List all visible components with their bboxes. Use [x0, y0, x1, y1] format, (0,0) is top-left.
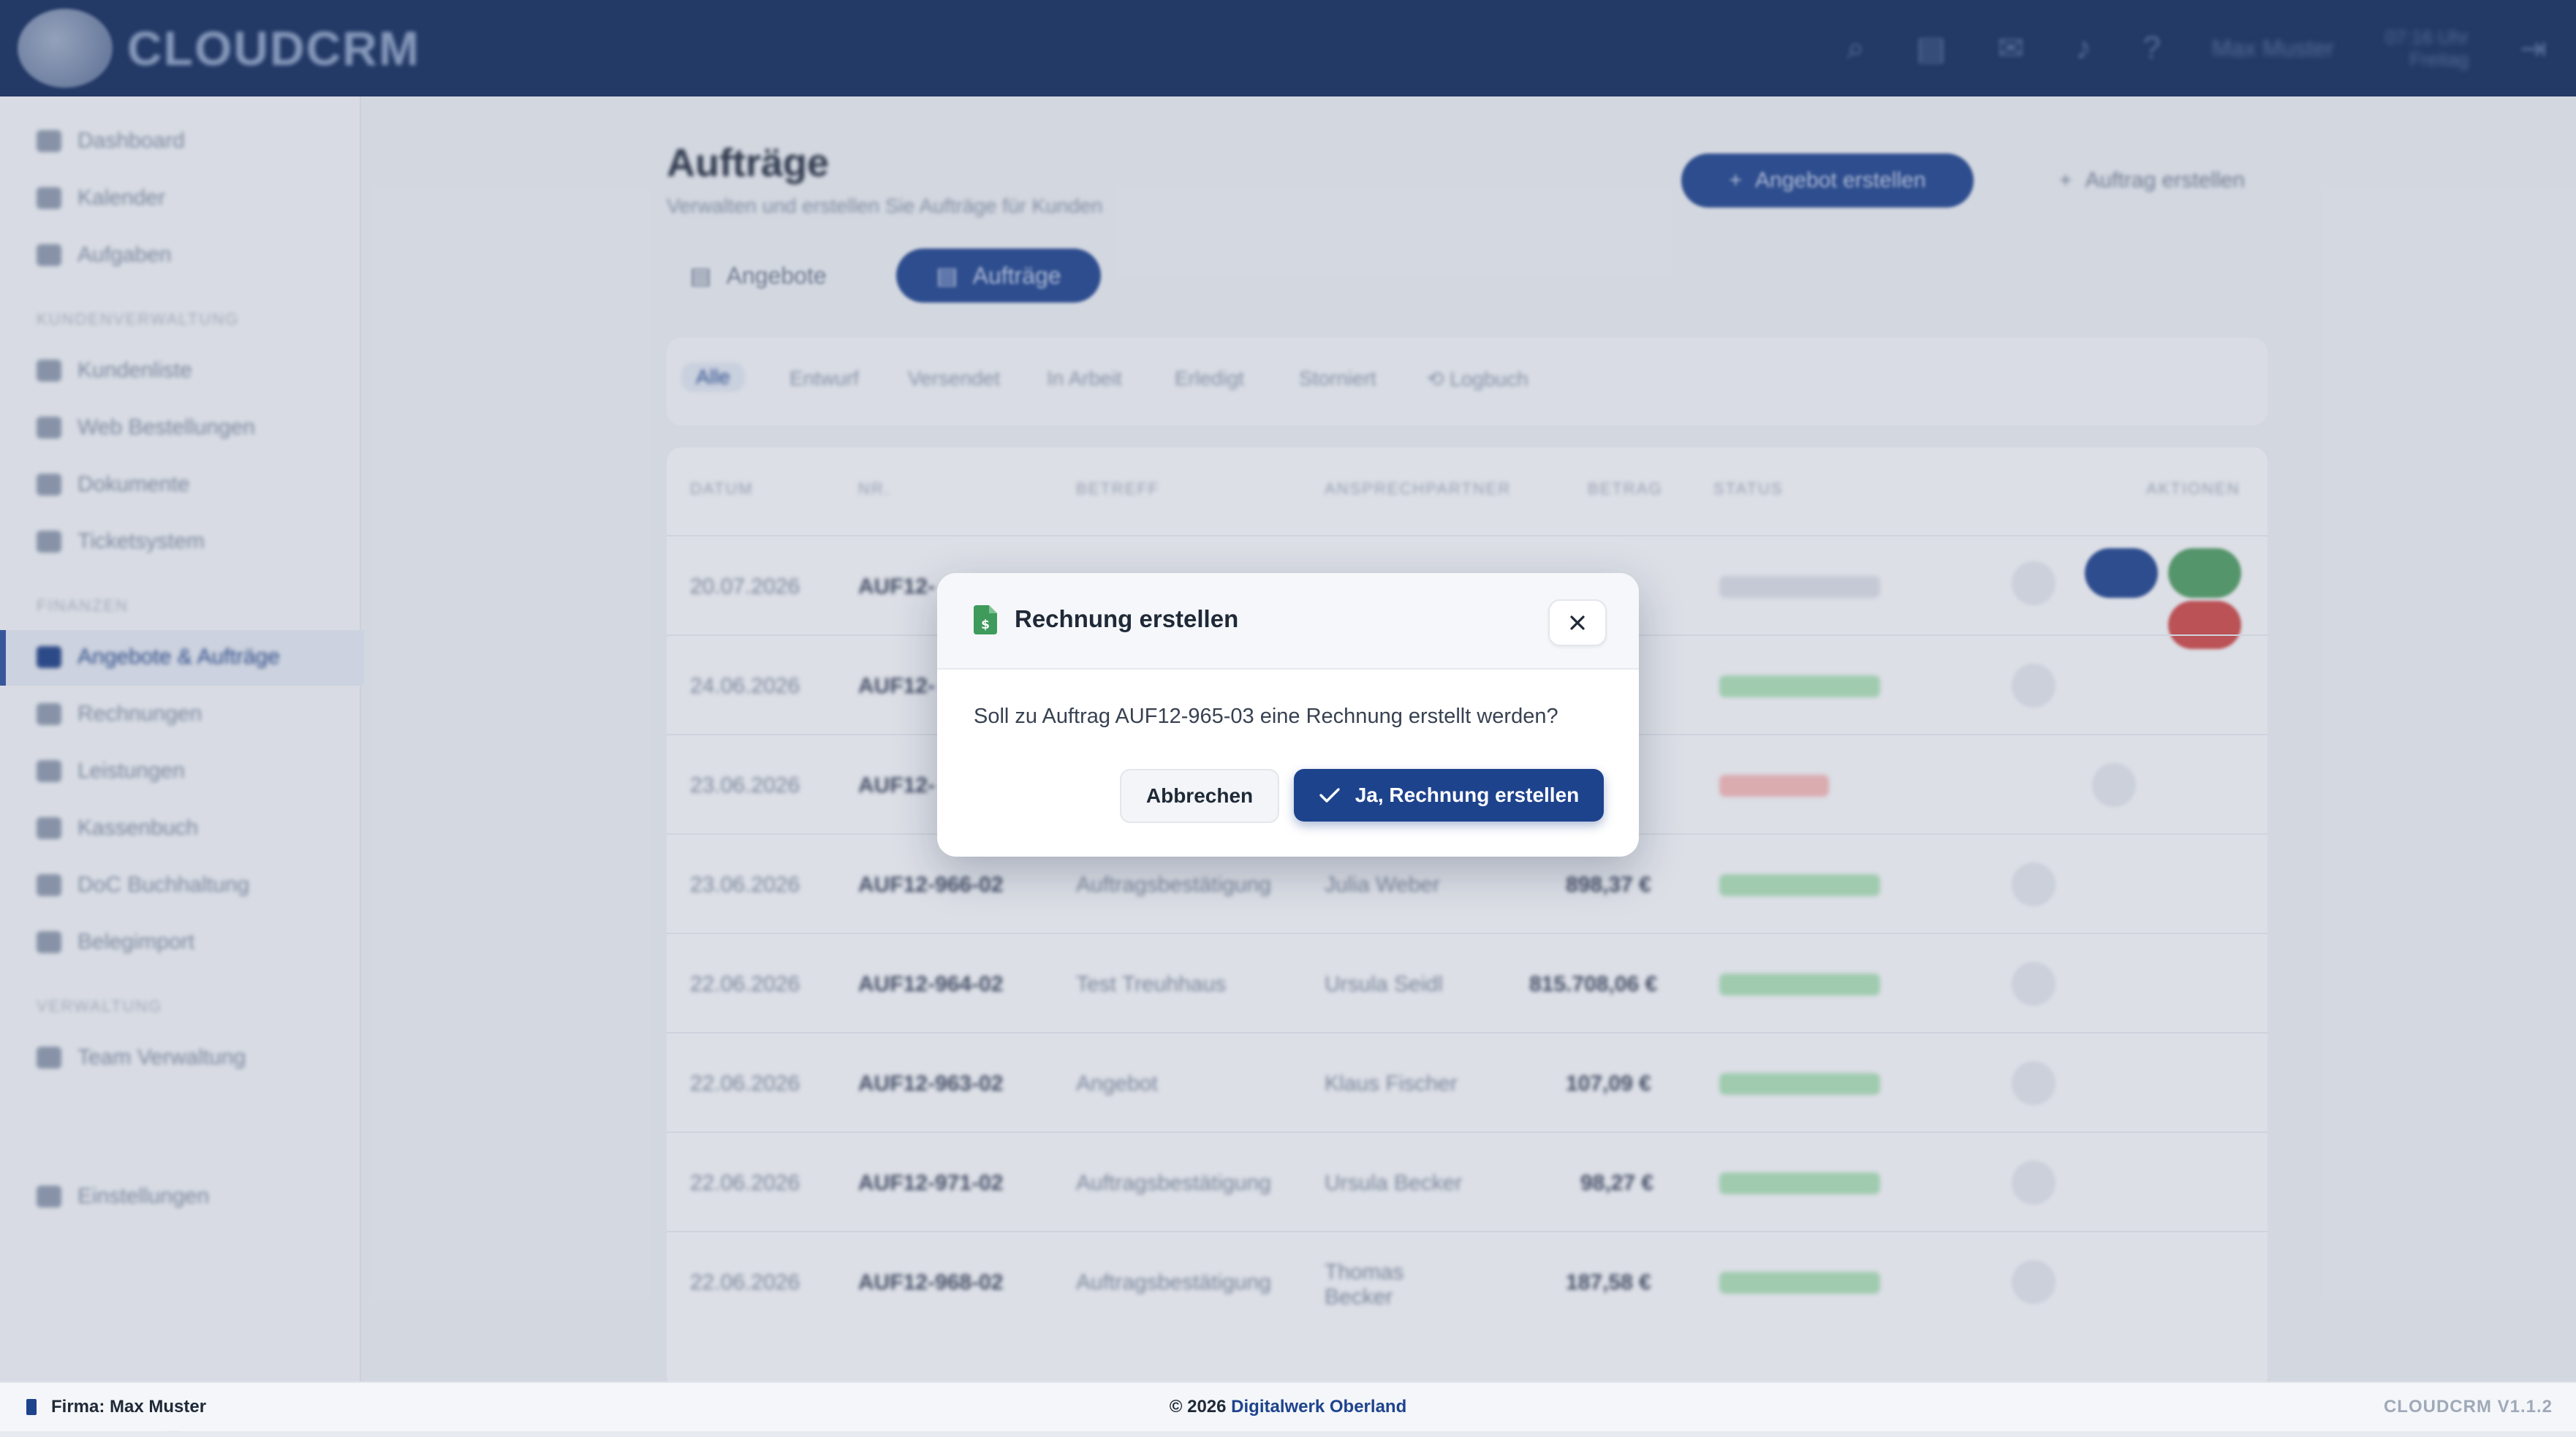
copyright-text: © 2026: [1169, 1397, 1227, 1417]
cancel-button[interactable]: Abbrechen: [1120, 769, 1279, 823]
svg-text:$: $: [981, 618, 990, 632]
footer: Firma: Max Muster © 2026 Digitalwerk Obe…: [0, 1381, 2576, 1431]
footer-company-label: Firma: Max Muster: [51, 1397, 207, 1417]
confirm-label: Ja, Rechnung erstellen: [1355, 784, 1580, 806]
close-icon: [1570, 615, 1585, 630]
vendor-link[interactable]: Digitalwerk Oberland: [1231, 1397, 1406, 1417]
confirm-create-invoice-button[interactable]: Ja, Rechnung erstellen: [1294, 769, 1604, 822]
dialog-header: $ Rechnung erstellen: [937, 573, 1639, 670]
close-button[interactable]: [1548, 599, 1607, 646]
footer-company: Firma: Max Muster: [26, 1397, 206, 1417]
footer-version: CLOUDCRM V1.1.2: [2383, 1397, 2553, 1417]
create-invoice-dialog: $ Rechnung erstellen Soll zu Auftrag AUF…: [937, 573, 1639, 857]
dialog-message: Soll zu Auftrag AUF12-965-03 eine Rechnu…: [974, 705, 1558, 728]
invoice-document-icon: $: [974, 605, 997, 638]
building-icon: [26, 1399, 37, 1415]
check-icon: [1319, 788, 1340, 803]
dialog-title: Rechnung erstellen: [1015, 605, 1239, 632]
footer-copyright: © 2026 Digitalwerk Oberland: [0, 1397, 2576, 1417]
